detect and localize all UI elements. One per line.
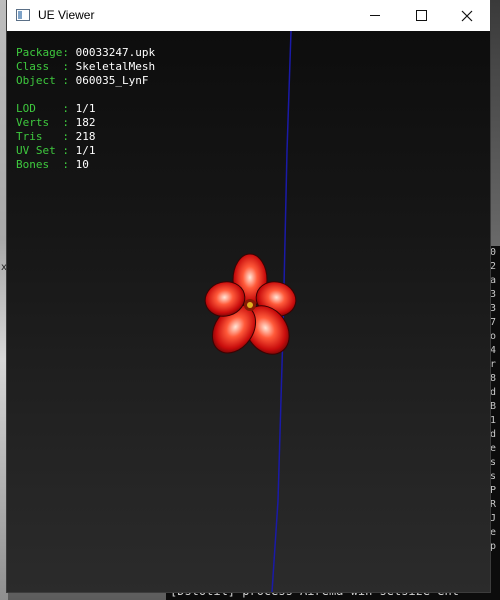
console-char: 3 bbox=[490, 303, 497, 314]
console-char: B bbox=[490, 401, 497, 412]
console-char: 0 bbox=[490, 247, 497, 258]
console-char: 8 bbox=[490, 373, 497, 384]
console-char: s bbox=[490, 471, 497, 482]
console-char: R bbox=[490, 499, 497, 510]
info-row: Class : SkeletalMesh bbox=[16, 60, 155, 74]
console-char: 7 bbox=[490, 317, 497, 328]
info-key-tris: Tris : bbox=[16, 130, 76, 143]
console-char: s bbox=[490, 457, 497, 468]
info-row: Object : 060035_LynF bbox=[16, 74, 155, 88]
console-char: a bbox=[490, 275, 497, 286]
console-char: r bbox=[490, 359, 497, 370]
info-key-class: Class : bbox=[16, 60, 76, 73]
minimize-icon bbox=[370, 15, 380, 16]
info-key-object: Object : bbox=[16, 74, 76, 87]
maximize-button[interactable] bbox=[398, 0, 444, 31]
title-bar[interactable]: UE Viewer bbox=[7, 0, 490, 31]
info-value-lod: 1/1 bbox=[75, 102, 96, 115]
console-char: p bbox=[490, 541, 497, 552]
info-row: Bones : 10 bbox=[16, 158, 155, 172]
info-row: LOD : 1/1 bbox=[16, 102, 155, 116]
info-row: Tris : 218 bbox=[16, 130, 155, 144]
app-window-icon bbox=[16, 9, 30, 21]
flower-mesh-render[interactable] bbox=[195, 253, 315, 373]
console-char: e bbox=[490, 443, 497, 454]
info-row: Verts : 182 bbox=[16, 116, 155, 130]
info-value-class: SkeletalMesh bbox=[75, 60, 156, 73]
info-key-package: Package: bbox=[16, 46, 76, 59]
console-char: P bbox=[490, 485, 497, 496]
maximize-icon bbox=[415, 10, 427, 21]
flower-stamen bbox=[247, 302, 253, 308]
window-title: UE Viewer bbox=[38, 8, 95, 22]
info-row: Package: 00033247.upk bbox=[16, 46, 155, 60]
console-char: 2 bbox=[490, 261, 497, 272]
console-char: 3 bbox=[490, 289, 497, 300]
minimize-button[interactable] bbox=[352, 0, 398, 31]
info-key-verts: Verts : bbox=[16, 116, 76, 129]
info-value-package: 00033247.upk bbox=[75, 46, 156, 59]
info-value-bones: 10 bbox=[75, 158, 89, 171]
close-icon bbox=[461, 10, 473, 21]
console-char: 1 bbox=[490, 415, 497, 426]
console-char: d bbox=[490, 387, 497, 398]
info-key-uv-set: UV Set : bbox=[16, 144, 76, 157]
info-value-tris: 218 bbox=[75, 130, 96, 143]
info-value-verts: 182 bbox=[75, 116, 96, 129]
info-value-uv-set: 1/1 bbox=[75, 144, 96, 157]
info-key-bones: Bones : bbox=[16, 158, 76, 171]
info-value-object: 060035_LynF bbox=[75, 74, 149, 87]
console-char: d bbox=[490, 429, 497, 440]
info-row: UV Set : 1/1 bbox=[16, 144, 155, 158]
close-button[interactable] bbox=[444, 0, 490, 31]
mesh-info-panel: Package: 00033247.upk Class : SkeletalMe… bbox=[16, 46, 155, 172]
background-console-window: 02a337o4r8dB1dessPRJep bbox=[490, 246, 500, 600]
ue-viewer-window: UE Viewer Package: 00033247.upk Class : … bbox=[7, 0, 490, 592]
console-char: 4 bbox=[490, 345, 497, 356]
console-char: e bbox=[490, 527, 497, 538]
console-char: J bbox=[490, 513, 497, 524]
3d-viewport[interactable]: Package: 00033247.upk Class : SkeletalMe… bbox=[7, 31, 490, 592]
console-char: o bbox=[490, 331, 497, 342]
info-key-lod: LOD : bbox=[16, 102, 76, 115]
